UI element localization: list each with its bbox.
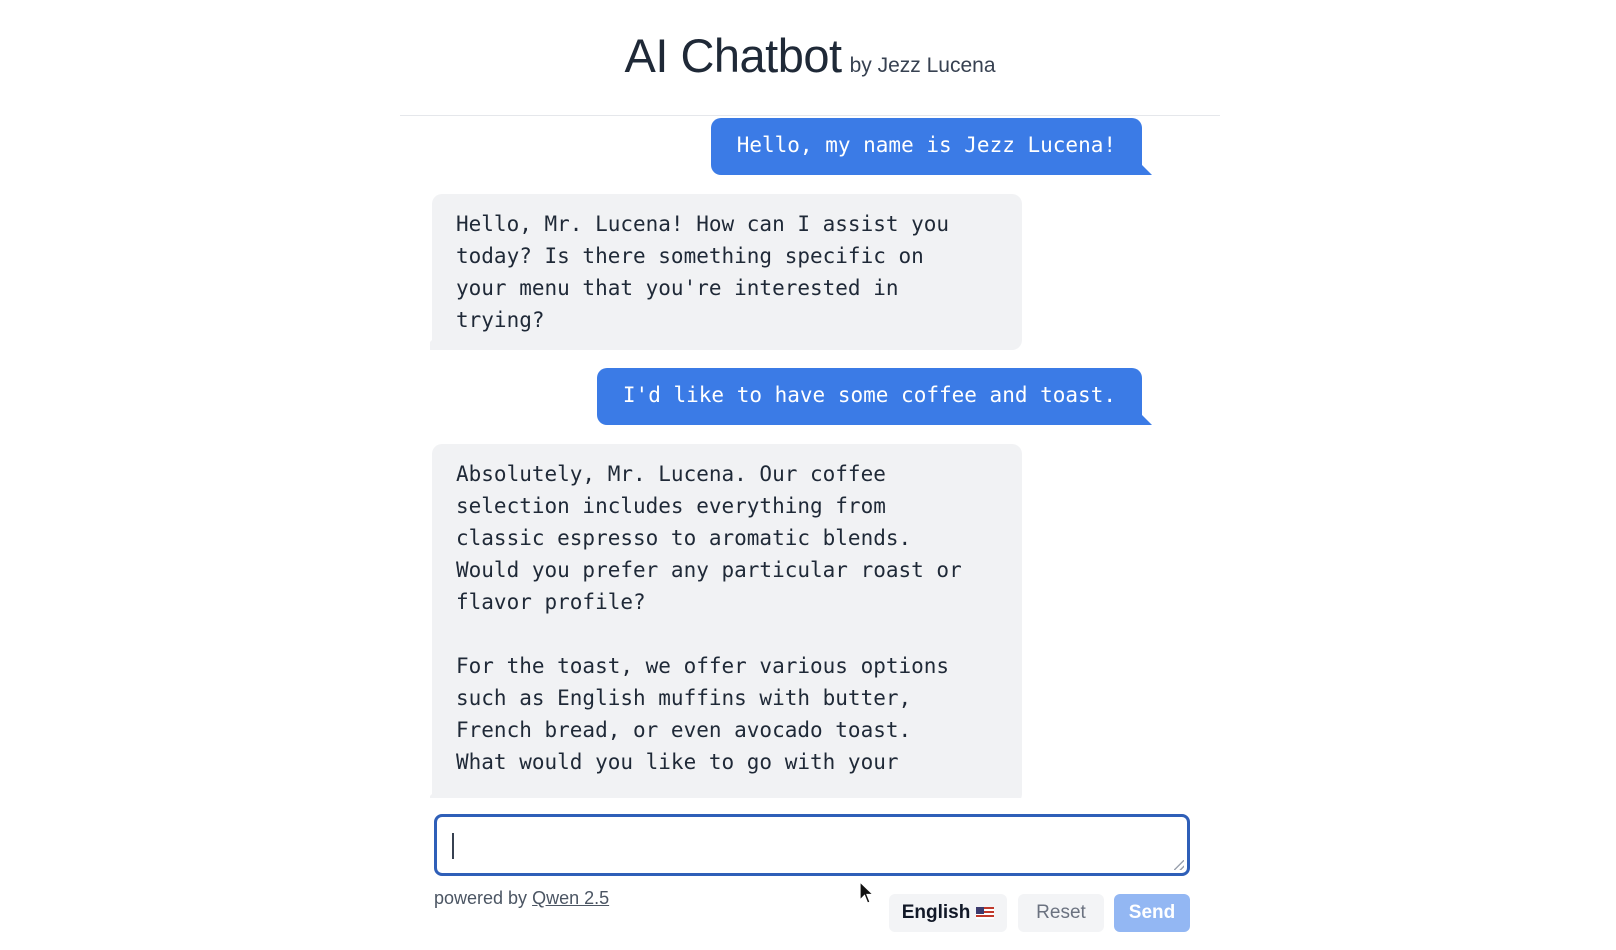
model-link[interactable]: Qwen 2.5 [532, 888, 609, 908]
send-button[interactable]: Send [1114, 894, 1190, 932]
resize-handle-icon[interactable] [1174, 860, 1184, 870]
assistant-message: Absolutely, Mr. Lucena. Our coffee selec… [430, 444, 1022, 798]
assistant-message: Hello, Mr. Lucena! How can I assist you … [430, 194, 1022, 350]
message-input-box[interactable] [434, 814, 1190, 876]
powered-by: powered by Qwen 2.5 [434, 888, 609, 909]
chat-log[interactable]: Hello, my name is Jezz Lucena! Hello, Mr… [430, 118, 1190, 798]
text-caret [452, 833, 454, 859]
page-title: AI Chatbot [624, 29, 842, 82]
powered-by-label: powered by [434, 888, 528, 908]
language-button[interactable]: English [889, 894, 1007, 932]
header-title-row: AI Chatbot by Jezz Lucena [400, 28, 1220, 83]
mouse-pointer-icon [859, 881, 875, 904]
language-label: English [901, 902, 971, 923]
header: AI Chatbot by Jezz Lucena [400, 0, 1220, 116]
reset-button[interactable]: Reset [1018, 894, 1104, 932]
user-message: Hello, my name is Jezz Lucena! [710, 118, 1153, 175]
page-subtitle: by Jezz Lucena [849, 54, 996, 77]
us-flag-icon [976, 907, 995, 919]
chatbot-page: AI Chatbot by Jezz Lucena Hello, my name … [0, 0, 1616, 950]
user-message: I'd like to have some coffee and toast. [596, 368, 1153, 425]
message-input[interactable] [437, 817, 1187, 873]
